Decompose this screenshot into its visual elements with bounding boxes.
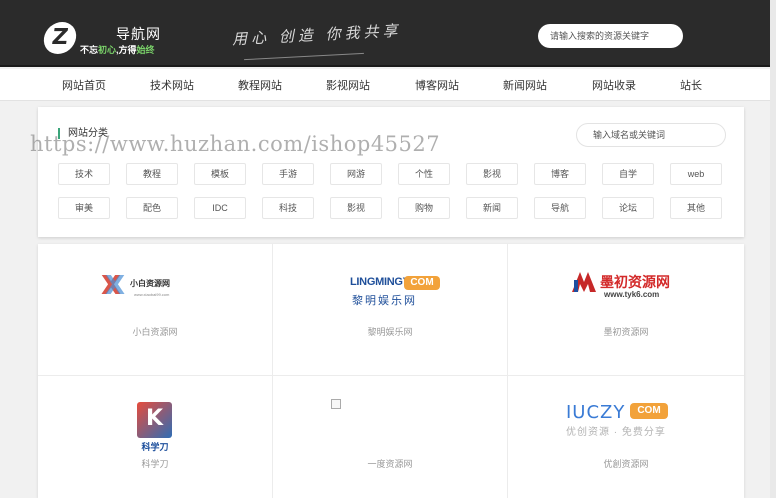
- liming-logo-sub: 黎明娱乐网: [352, 295, 417, 307]
- slogan-highlight: 初心: [98, 45, 117, 55]
- grid-divider: [38, 375, 744, 376]
- grid-divider: [272, 244, 273, 498]
- nav-item-home[interactable]: 网站首页: [62, 77, 106, 93]
- slogan: 不忘初心,方得始终: [80, 43, 155, 56]
- site-name[interactable]: 导航网: [116, 24, 161, 44]
- category-tag[interactable]: 教程: [126, 163, 178, 185]
- motto-underline: [244, 52, 364, 61]
- category-tag[interactable]: 手游: [262, 163, 314, 185]
- category-tag[interactable]: 技术: [58, 163, 110, 185]
- nav-item-submit[interactable]: 网站收录: [592, 77, 636, 93]
- site-header: Z 导航网 不忘初心,方得始终 用心 创造 你我共享: [0, 0, 776, 67]
- category-tag[interactable]: 购物: [398, 197, 450, 219]
- broken-image-icon[interactable]: [331, 399, 341, 409]
- site-label[interactable]: 优創资源网: [566, 457, 686, 470]
- watermark-text: https://www.huzhan.com/ishop45527: [30, 132, 441, 156]
- nav-item-blog[interactable]: 博客网站: [415, 77, 459, 93]
- nav-item-tutorial[interactable]: 教程网站: [238, 77, 282, 93]
- youchuang-logo-com: COM: [630, 403, 668, 419]
- category-tag[interactable]: 自学: [602, 163, 654, 185]
- kexuedao-logo-text: 科学刀: [141, 442, 169, 452]
- site-label[interactable]: 黎明娱乐网: [330, 325, 450, 338]
- nav-item-tech[interactable]: 技术网站: [150, 77, 194, 93]
- site-label[interactable]: 小白资源网: [95, 325, 215, 338]
- category-tag[interactable]: 配色: [126, 197, 178, 219]
- kexuedao-logo-icon[interactable]: K: [137, 402, 172, 438]
- category-tag[interactable]: 新闻: [466, 197, 518, 219]
- xiaobai-logo-url: www.xiaobai99.com: [134, 292, 170, 297]
- site-label[interactable]: 墨初资源网: [566, 325, 686, 338]
- liming-logo-com: COM: [404, 276, 440, 290]
- category-panel: 网站分类 技术 教程 模板 手游 网游 个性 影视 博客 自学 web 审美 配…: [38, 107, 744, 237]
- category-tag[interactable]: 导航: [534, 197, 586, 219]
- category-tag[interactable]: 模板: [194, 163, 246, 185]
- grid-divider: [507, 244, 508, 498]
- category-tag[interactable]: IDC: [194, 197, 246, 219]
- site-label[interactable]: 科学刀: [95, 457, 215, 470]
- category-tag[interactable]: 个性: [398, 163, 450, 185]
- category-tag[interactable]: 影视: [466, 163, 518, 185]
- mochu-logo-url: www.tyk6.com: [604, 290, 660, 299]
- page-edge: [770, 0, 776, 498]
- category-tag[interactable]: web: [670, 163, 722, 185]
- xiaobai-logo-icon[interactable]: XX: [101, 272, 125, 300]
- category-tag[interactable]: 网游: [330, 163, 382, 185]
- category-tag[interactable]: 科技: [262, 197, 314, 219]
- resource-search-input[interactable]: [538, 24, 683, 48]
- category-tag[interactable]: 其他: [670, 197, 722, 219]
- category-tag[interactable]: 论坛: [602, 197, 654, 219]
- xiaobai-logo-text: 小白资源网: [130, 279, 170, 288]
- nav-item-webmaster[interactable]: 站长: [680, 77, 702, 93]
- youchuang-logo-sub: 优创资源 · 免费分享: [566, 427, 666, 438]
- category-tag[interactable]: 博客: [534, 163, 586, 185]
- category-tag[interactable]: 审美: [58, 197, 110, 219]
- slogan-highlight: 始终: [136, 45, 155, 55]
- nav-item-video[interactable]: 影视网站: [326, 77, 370, 93]
- youchuang-logo-text: IUCZY: [566, 402, 626, 423]
- mochu-logo-text: 墨初资源网: [600, 275, 670, 291]
- site-label[interactable]: 一度资源网: [330, 457, 450, 470]
- motto-text: 用心 创造 你我共享: [231, 21, 402, 49]
- domain-search-input[interactable]: [576, 123, 726, 147]
- category-tag[interactable]: 影视: [330, 197, 382, 219]
- mochu-logo-icon[interactable]: [570, 270, 598, 294]
- logo-icon[interactable]: Z: [41, 22, 79, 54]
- main-nav: 网站首页 技术网站 教程网站 影视网站 博客网站 新闻网站 网站收录 站长: [0, 69, 776, 101]
- slogan-part: 不忘: [80, 45, 99, 55]
- slogan-part: ,方得: [116, 45, 137, 55]
- nav-item-news[interactable]: 新闻网站: [503, 77, 547, 93]
